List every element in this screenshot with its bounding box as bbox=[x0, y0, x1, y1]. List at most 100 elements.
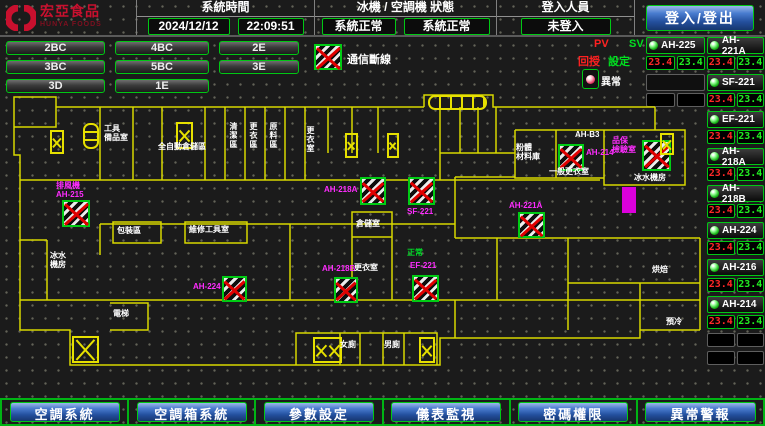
elevator-icon bbox=[83, 123, 99, 149]
pv-name: 回授 bbox=[578, 53, 600, 69]
stairs-icon bbox=[313, 337, 342, 363]
login-logout-button[interactable]: 登入/登出 bbox=[646, 5, 754, 31]
offline-unit-SF-221[interactable] bbox=[408, 177, 435, 205]
nav-cell: 儀表監視 bbox=[382, 398, 509, 426]
pv-label: PV bbox=[594, 38, 609, 50]
unit-name: SF-221 bbox=[722, 77, 755, 88]
pv-value: 23.4 bbox=[707, 56, 735, 70]
login-label: 登入人員 bbox=[497, 0, 634, 17]
unit-AH-218A[interactable]: AH-218A bbox=[707, 148, 764, 165]
status-lamp bbox=[710, 78, 719, 87]
offline-unit-AH-218A[interactable] bbox=[360, 177, 386, 205]
offline-unit-AH-218B[interactable] bbox=[334, 277, 358, 303]
unit-values: 23.423.4 bbox=[707, 93, 764, 107]
map-label: 包裝區 bbox=[117, 226, 141, 235]
unit-marker bbox=[622, 187, 636, 213]
pv-value: 23.4 bbox=[707, 278, 735, 292]
login-button-cell: 登入/登出 bbox=[634, 0, 765, 35]
pv-value: 23.4 bbox=[707, 130, 735, 144]
nav-button-密碼權限[interactable]: 密碼權限 bbox=[518, 402, 628, 422]
abnormal-label: 異常 bbox=[601, 73, 621, 88]
sv-name: 設定 bbox=[608, 53, 630, 69]
brand-logo: 宏亞食品 HUNYA FOODS bbox=[0, 0, 136, 35]
nav-button-空調系統[interactable]: 空調系統 bbox=[10, 402, 120, 422]
sv-value: 23.4 bbox=[737, 167, 765, 181]
comm-loss-icon bbox=[314, 44, 342, 70]
unit-SF-221[interactable]: SF-221 bbox=[707, 74, 764, 91]
map-label: 一般更衣室 bbox=[549, 167, 589, 176]
ahu-status-readout: 系統正常 bbox=[404, 18, 490, 35]
unit-values: 23.423.4 bbox=[707, 315, 764, 329]
map-label: 更衣室 bbox=[306, 126, 315, 153]
unit-name: AH-224 bbox=[722, 225, 756, 236]
unit-AH-225[interactable]: AH-225 bbox=[646, 37, 705, 54]
nav-button-空調箱系統[interactable]: 空調箱系統 bbox=[137, 402, 247, 422]
unit-name: AH-218A bbox=[722, 146, 763, 168]
nav-button-儀表監視[interactable]: 儀表監視 bbox=[391, 402, 501, 422]
unit-values: 23.423.4 bbox=[707, 167, 764, 181]
unit-values: 23.423.4 bbox=[707, 56, 764, 70]
offline-unit-EF-221[interactable] bbox=[412, 275, 439, 302]
floor-button-4BC[interactable]: 4BC bbox=[115, 41, 209, 55]
map-label: 品保 檢驗室 bbox=[612, 136, 636, 154]
map-label: AH-218B bbox=[322, 264, 355, 273]
time-readout: 22:09:51 bbox=[238, 18, 304, 35]
map-label: 全自動倉儲區 bbox=[158, 142, 206, 151]
offline-unit-AH-224[interactable] bbox=[222, 276, 247, 302]
sv-value: 23.4 bbox=[737, 130, 765, 144]
sv-value: 23.4 bbox=[737, 93, 765, 107]
floor-button-3BC[interactable]: 3BC bbox=[6, 60, 105, 74]
floor-plan: 排風機 AH-215AH-224AH-218BAH-218ASF-221EF-2… bbox=[0, 93, 705, 393]
sv-value: 23.4 bbox=[737, 204, 765, 218]
unit-AH-216[interactable]: AH-216 bbox=[707, 259, 764, 276]
unit-AH-218B[interactable]: AH-218B bbox=[707, 185, 764, 202]
status-lamp bbox=[710, 152, 719, 161]
nav-button-參數設定[interactable]: 參數設定 bbox=[264, 402, 374, 422]
floor-button-2BC[interactable]: 2BC bbox=[6, 41, 105, 55]
nav-cell: 參數設定 bbox=[254, 398, 381, 426]
door-icon bbox=[50, 130, 64, 154]
unit-values: 23.423.4 bbox=[707, 204, 764, 218]
unit-AH-221A[interactable]: AH-221A bbox=[707, 37, 764, 54]
sv-value: 23.4 bbox=[737, 315, 765, 329]
pv-value: 23.4 bbox=[707, 315, 735, 329]
map-label: 電梯 bbox=[113, 309, 129, 318]
nav-cell: 空調系統 bbox=[0, 398, 127, 426]
unit-AH-214[interactable]: AH-214 bbox=[707, 296, 764, 313]
map-label: 原料區 bbox=[269, 122, 278, 149]
map-label: 預冷 bbox=[666, 317, 682, 326]
map-label: 烘焙 bbox=[652, 265, 668, 274]
pv-value: 23.4 bbox=[707, 204, 735, 218]
unit-name: AH-214 bbox=[722, 299, 756, 310]
status-lamp bbox=[710, 300, 719, 309]
nav-button-異常警報[interactable]: 異常警報 bbox=[645, 402, 755, 422]
unit-name: AH-221A bbox=[722, 35, 763, 57]
map-label: 倉儲室 bbox=[356, 219, 380, 228]
status-lamp bbox=[649, 41, 658, 50]
map-label: 男廁 bbox=[384, 340, 400, 349]
stairs-icon bbox=[72, 336, 99, 363]
floor-button-1E[interactable]: 1E bbox=[115, 79, 209, 93]
nav-cell: 密碼權限 bbox=[509, 398, 636, 426]
map-label: 更衣室 bbox=[354, 263, 378, 272]
status-lamp bbox=[710, 115, 719, 124]
floor-button-5BC[interactable]: 5BC bbox=[115, 60, 209, 74]
floor-button-2E[interactable]: 2E bbox=[219, 41, 299, 55]
door-icon bbox=[345, 133, 358, 158]
floor-button-3D[interactable]: 3D bbox=[6, 79, 105, 93]
floor-button-3E[interactable]: 3E bbox=[219, 60, 299, 74]
offline-unit-AH-221A[interactable] bbox=[518, 212, 545, 238]
system-time-section: 系統時間 2024/12/12 22:09:51 bbox=[136, 0, 314, 35]
date-readout: 2024/12/12 bbox=[148, 18, 230, 35]
unit-EF-221[interactable]: EF-221 bbox=[707, 111, 764, 128]
unit-AH-224[interactable]: AH-224 bbox=[707, 222, 764, 239]
empty-slot bbox=[646, 74, 705, 91]
door-icon bbox=[387, 133, 399, 158]
unit-values: 23.423.4 bbox=[707, 278, 764, 292]
chiller-status-readout: 系統正常 bbox=[322, 18, 396, 35]
offline-unit-AH-215[interactable] bbox=[62, 200, 90, 227]
unit-name: EF-221 bbox=[722, 114, 755, 125]
pv-value: 23.4 bbox=[707, 93, 735, 107]
sv-value: 23.4 bbox=[737, 241, 765, 255]
hmi-screen: 宏亞食品 HUNYA FOODS 系統時間 2024/12/12 22:09:5… bbox=[0, 0, 765, 426]
